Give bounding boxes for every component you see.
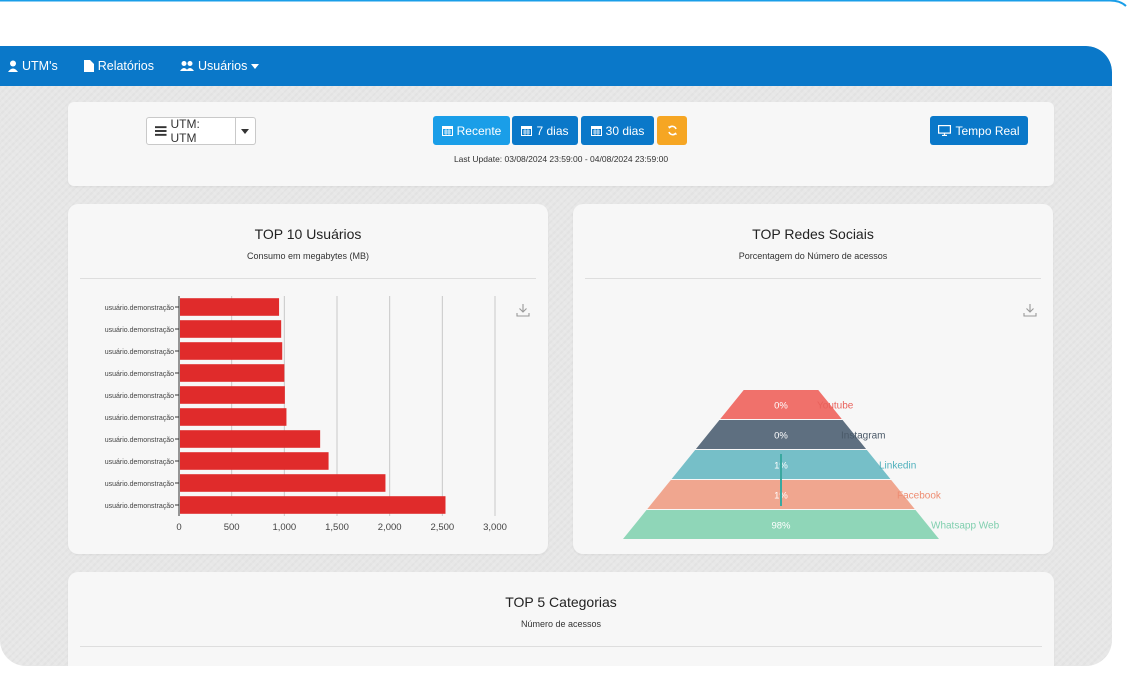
- x-tick-label: 2,000: [378, 522, 402, 533]
- funnel-category-label: Instagram: [841, 431, 885, 442]
- chart-title: TOP 5 Categorias: [505, 594, 617, 610]
- divider: [80, 646, 1042, 647]
- bar[interactable]: [180, 408, 287, 426]
- utm-select-value: UTM: UTM: [170, 117, 200, 145]
- x-tick-label: 1,000: [272, 522, 296, 533]
- navbar: UTM's Relatórios Usuários: [0, 46, 1112, 86]
- bar[interactable]: [180, 452, 329, 470]
- x-tick-label: 1,500: [325, 522, 349, 533]
- nav-relatorios-label: Relatórios: [97, 59, 154, 73]
- funnel-category-label: Facebook: [897, 491, 942, 502]
- monitor-icon: [938, 125, 952, 136]
- x-tick-label: 2,500: [430, 522, 454, 533]
- last-update-text: Last Update: 03/08/2024 23:59:00 - 04/08…: [453, 154, 669, 164]
- funnel-value-label: 98%: [771, 521, 791, 532]
- y-tick-label: usuário.demonstração: [105, 327, 174, 334]
- nav-utms-label: UTM's: [22, 59, 58, 73]
- funnel-value-label: 0%: [774, 431, 788, 442]
- bar-chart: 0 500 1,000 1,500 2,000 2,500 3,000 usuário.dem…: [105, 296, 507, 533]
- top-usuarios-card: TOP 10 Usuários Consumo em megabytes (MB…: [68, 204, 548, 554]
- list-icon: [155, 126, 167, 136]
- app-window: UTM's Relatórios Usuários UTM: UTM Recen…: [0, 46, 1112, 666]
- bar[interactable]: [180, 386, 285, 404]
- bar[interactable]: [180, 430, 321, 448]
- funnel-category-label: Youtube: [817, 401, 854, 412]
- bar[interactable]: [180, 342, 283, 360]
- user-icon: [8, 60, 18, 72]
- recente-button-label: Recente: [456, 123, 502, 138]
- y-tick-label: usuário.demonstração: [105, 305, 174, 312]
- funnel-category-label: Linkedin: [879, 461, 916, 472]
- refresh-icon: [667, 125, 677, 136]
- y-tick-label: usuário.demonstração: [105, 437, 174, 444]
- calendar-icon: [441, 126, 453, 136]
- top-accent-decoration: [0, 0, 1132, 14]
- caret-down-icon: [251, 63, 260, 69]
- chart-subtitle: Número de acessos: [520, 619, 602, 629]
- users-icon: [180, 61, 194, 71]
- y-tick-label: usuário.demonstração: [105, 503, 174, 510]
- funnel-chart: 0%Youtube0%Instagram1%Linkedin1%Facebook…: [623, 390, 1000, 539]
- tempo-real-button-label: Tempo Real: [955, 123, 1020, 138]
- file-icon: [83, 60, 94, 72]
- nav-relatorios[interactable]: Relatórios: [83, 59, 154, 73]
- y-tick-label: usuário.demonstração: [105, 393, 174, 400]
- y-tick-label: usuário.demonstração: [105, 481, 174, 488]
- utm-select-toggle[interactable]: [236, 128, 255, 134]
- y-tick-label: usuário.demonstração: [105, 415, 174, 422]
- x-tick-label: 0: [176, 522, 181, 533]
- 30-dias-button[interactable]: 30 dias: [581, 116, 654, 145]
- calendar-icon: [521, 126, 533, 136]
- refresh-button[interactable]: [657, 116, 687, 145]
- 7-dias-button-label: 7 dias: [536, 123, 569, 138]
- bar[interactable]: [180, 320, 282, 338]
- bar[interactable]: [180, 364, 285, 382]
- calendar-icon: [590, 126, 602, 136]
- nav-usuarios-dropdown[interactable]: Usuários: [180, 59, 260, 73]
- x-tick-label: 3,000: [483, 522, 507, 533]
- recente-button[interactable]: Recente: [433, 116, 510, 145]
- utm-select[interactable]: UTM: UTM: [146, 117, 256, 145]
- y-tick-label: usuário.demonstração: [105, 371, 174, 378]
- bar[interactable]: [180, 496, 446, 514]
- funnel-value-label: 0%: [774, 401, 788, 412]
- nav-utms[interactable]: UTM's: [8, 59, 58, 73]
- tempo-real-button[interactable]: Tempo Real: [930, 116, 1028, 145]
- y-tick-label: usuário.demonstração: [105, 459, 174, 466]
- bar[interactable]: [180, 298, 280, 316]
- funnel-category-label: Whatsapp Web: [931, 521, 1000, 532]
- y-tick-label: usuário.demonstração: [105, 349, 174, 356]
- caret-down-icon: [241, 128, 250, 134]
- x-tick-label: 500: [224, 522, 240, 533]
- filters-toolbar: UTM: UTM Recente 7 dias 30 dias Tempo Re…: [68, 102, 1054, 186]
- top-categorias-card: TOP 5 Categorias Número de acessos: [68, 572, 1054, 666]
- nav-usuarios-label: Usuários: [198, 59, 248, 73]
- bar[interactable]: [180, 474, 386, 492]
- top-redes-sociais-card: TOP Redes Sociais Porcentagem do Número …: [573, 204, 1053, 554]
- 7-dias-button[interactable]: 7 dias: [512, 116, 578, 145]
- 30-dias-button-label: 30 dias: [605, 123, 645, 138]
